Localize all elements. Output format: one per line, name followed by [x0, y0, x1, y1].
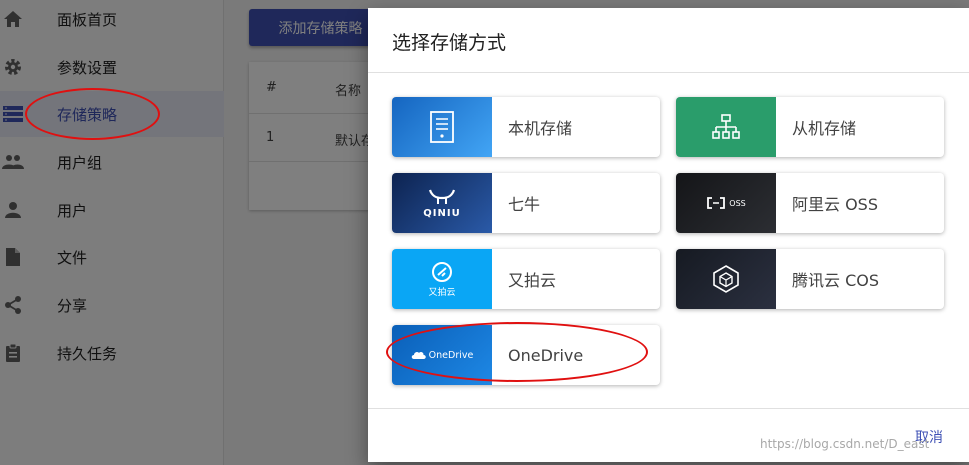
option-label: 腾讯云 COS	[792, 271, 880, 290]
option-label: 七牛	[508, 195, 541, 214]
dialog-title: 选择存储方式	[392, 32, 507, 54]
annotation-circle	[25, 88, 160, 140]
qiniu-logo: QINIU	[392, 173, 492, 233]
oss-logo-text: OSS	[729, 198, 746, 208]
option-label: 本机存储	[508, 119, 573, 138]
server-icon	[392, 97, 492, 157]
storage-type-dialog: 选择存储方式 本机存储 从机存储 QINIU 七牛 OSS 阿里云 OSS 又拍…	[368, 8, 969, 462]
annotation-circle	[386, 322, 648, 382]
option-upyun[interactable]: 又拍云 又拍云	[392, 249, 660, 309]
option-tencent-cos[interactable]: 腾讯云 COS	[676, 249, 944, 309]
option-label: 又拍云	[508, 271, 557, 290]
option-local-storage[interactable]: 本机存储	[392, 97, 660, 157]
upyun-logo: 又拍云	[392, 249, 492, 309]
option-aliyun-oss[interactable]: OSS 阿里云 OSS	[676, 173, 944, 233]
option-label: 阿里云 OSS	[792, 195, 878, 214]
upyun-logo-text: 又拍云	[428, 287, 456, 298]
watermark: https://blog.csdn.net/D_east	[760, 437, 930, 451]
divider	[368, 72, 969, 73]
cos-logo	[676, 249, 776, 309]
network-icon	[676, 97, 776, 157]
option-slave-storage[interactable]: 从机存储	[676, 97, 944, 157]
option-label: 从机存储	[792, 119, 857, 138]
divider	[368, 408, 969, 409]
option-qiniu[interactable]: QINIU 七牛	[392, 173, 660, 233]
oss-logo: OSS	[676, 173, 776, 233]
qiniu-logo-text: QINIU	[423, 207, 461, 219]
